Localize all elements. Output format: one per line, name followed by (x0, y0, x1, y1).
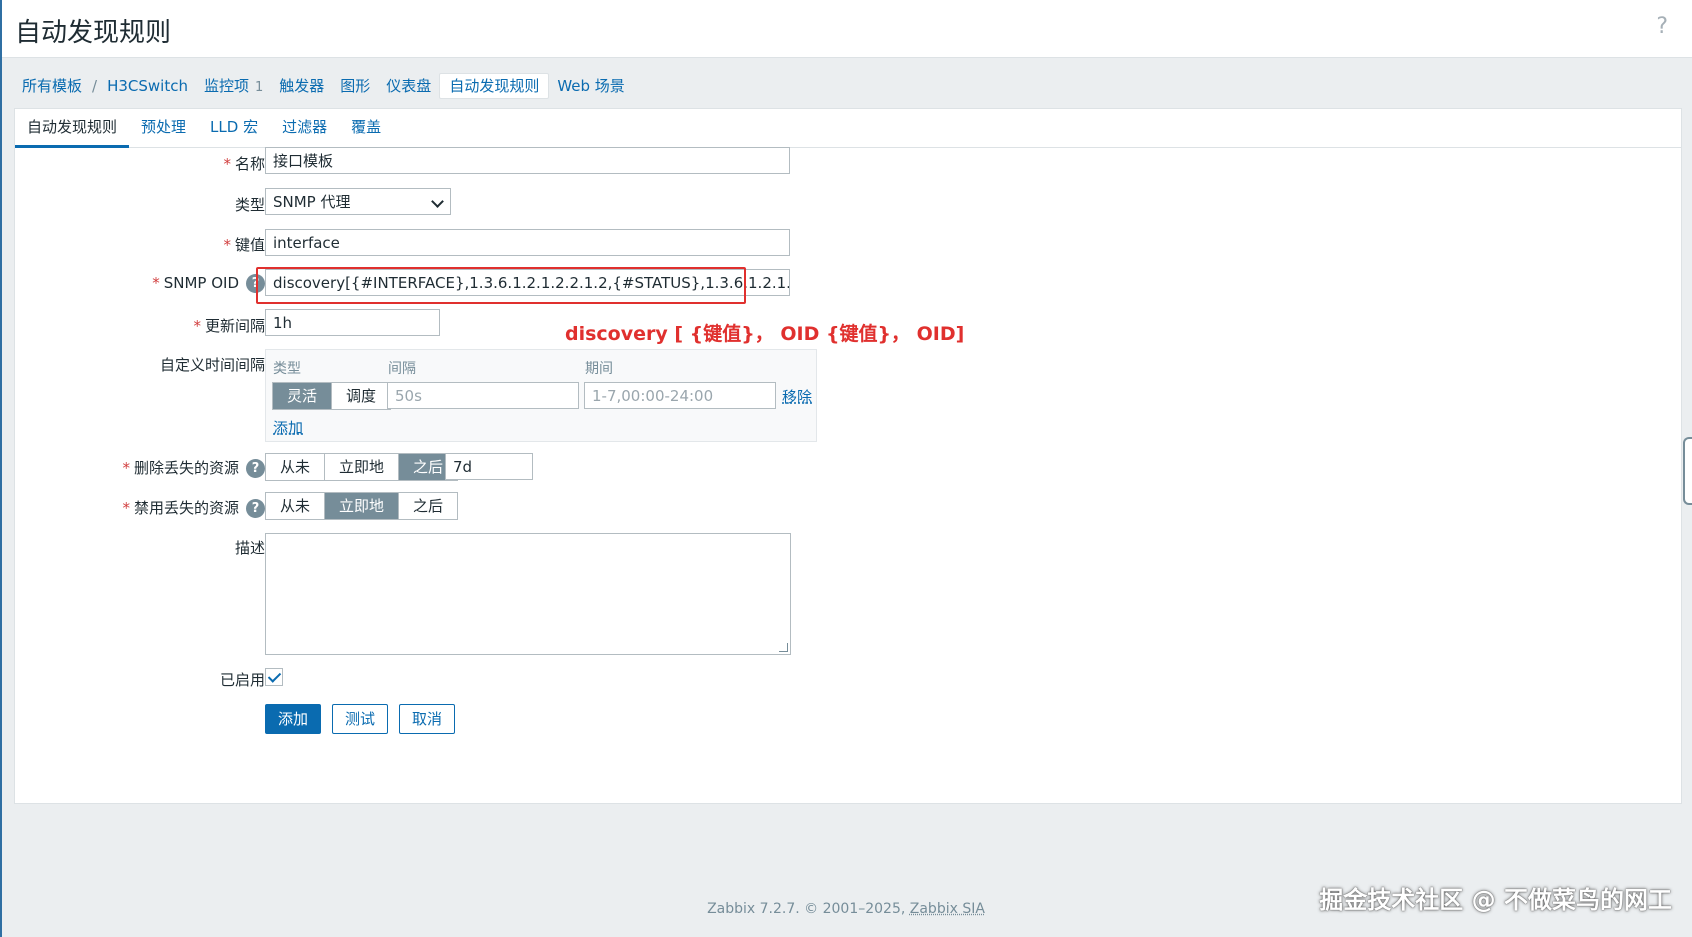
delete-immediately-option[interactable]: 立即地 (325, 454, 400, 480)
required-marker: * (152, 274, 160, 292)
description-label: 描述 (234, 539, 265, 557)
scheduling-option[interactable]: 调度 (332, 383, 391, 409)
breadcrumb-dashboards[interactable]: 仪表盘 (378, 73, 439, 99)
breadcrumb-web-scenarios[interactable]: Web 场景 (549, 73, 632, 99)
key-label: * 键值 (223, 234, 265, 255)
footer-company-link[interactable]: Zabbix SIA (910, 901, 985, 917)
type-select-value: SNMP 代理 (273, 193, 351, 211)
test-button[interactable]: 测试 (332, 704, 388, 734)
delete-lost-label: * 删除丢失的资源? (122, 457, 265, 478)
help-icon[interactable]: ? (246, 459, 265, 478)
key-input[interactable]: interface (265, 229, 790, 256)
period-input[interactable]: 1-7,00:00-24:00 (584, 382, 776, 409)
breadcrumb-template[interactable]: H3CSwitch (99, 73, 196, 99)
breadcrumb-items-label: 监控项 (203, 77, 249, 95)
required-marker: * (223, 236, 231, 254)
cancel-button[interactable]: 取消 (399, 704, 455, 734)
scrollbar-handle[interactable] (1683, 437, 1692, 505)
interval-placeholder: 50s (395, 387, 422, 405)
column-header-interval: 间隔 (388, 361, 416, 377)
enabled-label: 已启用 (219, 671, 265, 689)
delete-never-option[interactable]: 从未 (266, 454, 326, 480)
name-label-text: 名称 (234, 155, 265, 173)
key-label-text: 键值 (234, 236, 265, 254)
annotation-text: discovery [ {键值}， OID {键值}， OID] (565, 323, 965, 345)
form-tabs: 自动发现规则 预处理 LLD 宏 过滤器 覆盖 (15, 109, 1681, 148)
tab-lld-macros[interactable]: LLD 宏 (198, 109, 270, 145)
description-textarea[interactable] (265, 533, 791, 655)
interval-type-toggle: 灵活 调度 (272, 382, 392, 410)
page-header: 自动发现规则 ? (2, 0, 1692, 58)
disable-lost-label-text: 禁用丢失的资源 (133, 499, 239, 517)
breadcrumb-all-templates[interactable]: 所有模板 (14, 73, 90, 99)
custom-intervals-label: 自定义时间间隔 (159, 356, 265, 374)
help-icon[interactable]: ? (246, 499, 265, 518)
snmp-oid-label-text: SNMP OID (163, 274, 239, 292)
interval-input[interactable]: 50s (387, 382, 579, 409)
disable-after-option[interactable]: 之后 (399, 493, 458, 519)
required-marker: * (223, 155, 231, 173)
tab-preprocessing[interactable]: 预处理 (129, 109, 198, 145)
delete-lost-toggle: 从未 立即地 之后 (265, 453, 459, 481)
disable-lost-label: * 禁用丢失的资源? (122, 497, 265, 518)
name-input[interactable]: 接口模板 (265, 147, 790, 174)
add-interval-link[interactable]: 添加 (273, 417, 303, 438)
tab-filters[interactable]: 过滤器 (270, 109, 339, 145)
disable-lost-toggle: 从未 立即地 之后 (265, 492, 459, 520)
type-select[interactable]: SNMP 代理 (265, 188, 451, 215)
breadcrumb-items-count: 1 (254, 80, 264, 95)
left-edge-stripe (0, 0, 2, 937)
name-label: * 名称 (223, 153, 265, 174)
chevron-down-icon (431, 195, 444, 208)
required-marker: * (193, 317, 201, 335)
remove-interval-link[interactable]: 移除 (782, 386, 812, 407)
footer-copyright: Zabbix 7.2.7. © 2001–2025, (707, 901, 910, 917)
column-header-period: 期间 (585, 361, 613, 377)
required-marker: * (122, 499, 130, 517)
flexible-option[interactable]: 灵活 (273, 383, 333, 409)
delete-after-input[interactable]: 7d (445, 453, 533, 480)
disable-immediately-option[interactable]: 立即地 (325, 493, 400, 519)
page-title: 自动发现规则 (15, 18, 172, 48)
period-placeholder: 1-7,00:00-24:00 (592, 387, 714, 405)
tab-overrides[interactable]: 覆盖 (339, 109, 393, 145)
watermark: 掘金技术社区 @ 不做菜鸟的网工 (1319, 886, 1672, 914)
snmp-oid-label: * SNMP OID? (152, 274, 265, 293)
annotation-highlight-box (256, 267, 746, 304)
add-button[interactable]: 添加 (265, 704, 321, 734)
update-interval-input[interactable]: 1h (265, 309, 440, 336)
breadcrumb-discovery-rules[interactable]: 自动发现规则 (439, 73, 550, 99)
type-label: 类型 (234, 196, 265, 214)
column-header-type: 类型 (273, 361, 301, 377)
breadcrumb-items[interactable]: 监控项 1 (196, 73, 271, 99)
custom-intervals-table: 类型 间隔 期间 灵活 调度 50s 1-7,00:00-24:00 移除 添加 (265, 349, 817, 442)
breadcrumb: 所有模板 / H3CSwitch 监控项 1 触发器 图形 仪表盘 自动发现规则 … (14, 73, 633, 99)
help-icon[interactable]: ? (1656, 14, 1668, 39)
form-panel: 自动发现规则 预处理 LLD 宏 过滤器 覆盖 * 名称 接口模板 类型 SNMP… (14, 108, 1682, 804)
update-interval-label: * 更新间隔 (193, 315, 265, 336)
delete-lost-label-text: 删除丢失的资源 (133, 459, 239, 477)
breadcrumb-triggers[interactable]: 触发器 (271, 73, 332, 99)
tab-discovery-rule[interactable]: 自动发现规则 (15, 109, 130, 148)
breadcrumb-separator: / (92, 77, 98, 95)
breadcrumb-graphs[interactable]: 图形 (332, 73, 378, 99)
update-interval-label-text: 更新间隔 (204, 317, 265, 335)
resize-handle-icon[interactable] (779, 643, 788, 652)
required-marker: * (122, 459, 130, 477)
disable-never-option[interactable]: 从未 (266, 493, 326, 519)
enabled-checkbox[interactable] (265, 668, 283, 686)
